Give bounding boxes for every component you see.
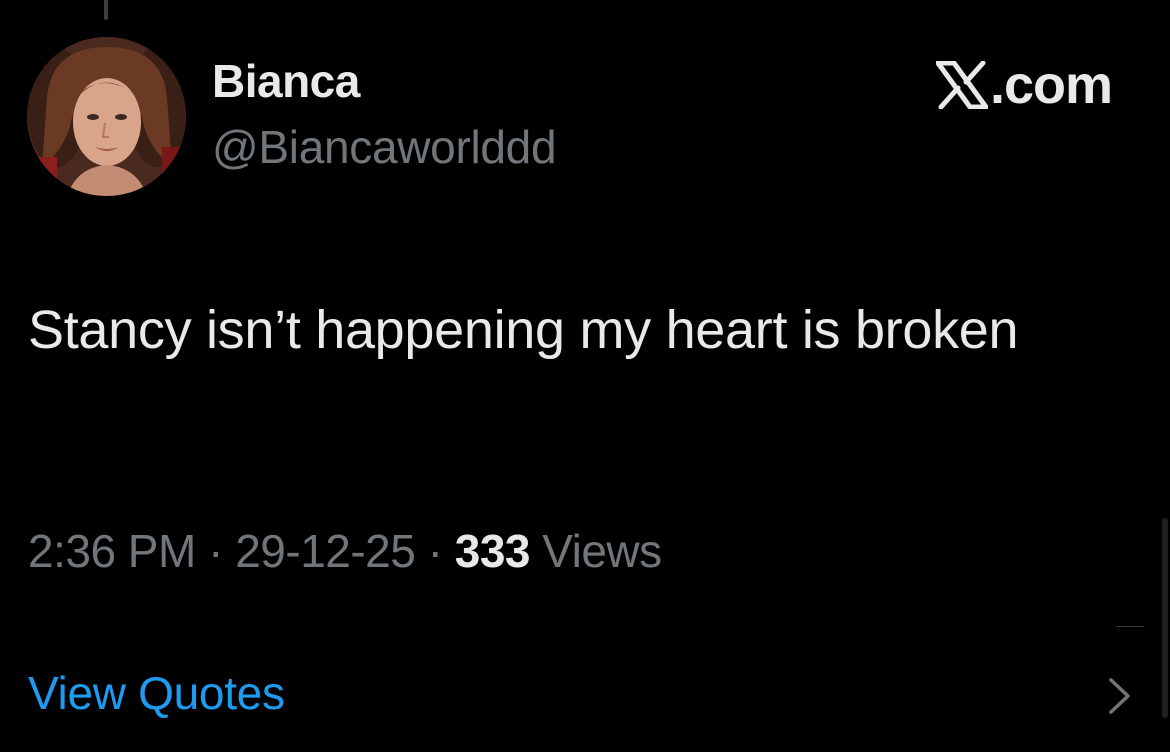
avatar[interactable] — [27, 37, 186, 196]
tweet-date[interactable]: 29-12-25 — [235, 525, 416, 577]
brand-watermark: .com — [935, 55, 1113, 115]
x-logo-icon — [935, 60, 989, 110]
views-count: 333 — [454, 525, 531, 577]
meta-separator: · — [208, 525, 223, 577]
tweet-meta: 2:36 PM · 29-12-25 · 333 Views — [28, 528, 662, 574]
brand-domain-label: .com — [989, 55, 1113, 115]
thread-connector-line — [104, 0, 108, 20]
display-name[interactable]: Bianca — [212, 58, 360, 104]
chevron-right-icon[interactable] — [1106, 676, 1134, 716]
views-label: Views — [542, 525, 662, 577]
tweet-time[interactable]: 2:36 PM — [28, 525, 196, 577]
avatar-portrait-image — [27, 37, 186, 196]
scrollbar[interactable] — [1162, 518, 1168, 718]
meta-separator: · — [427, 525, 443, 577]
view-quotes-link[interactable]: View Quotes — [28, 670, 285, 716]
user-handle[interactable]: @Biancaworlddd — [212, 124, 557, 170]
divider — [1116, 626, 1144, 627]
tweet-text: Stancy isn’t happening my heart is broke… — [28, 300, 1019, 360]
